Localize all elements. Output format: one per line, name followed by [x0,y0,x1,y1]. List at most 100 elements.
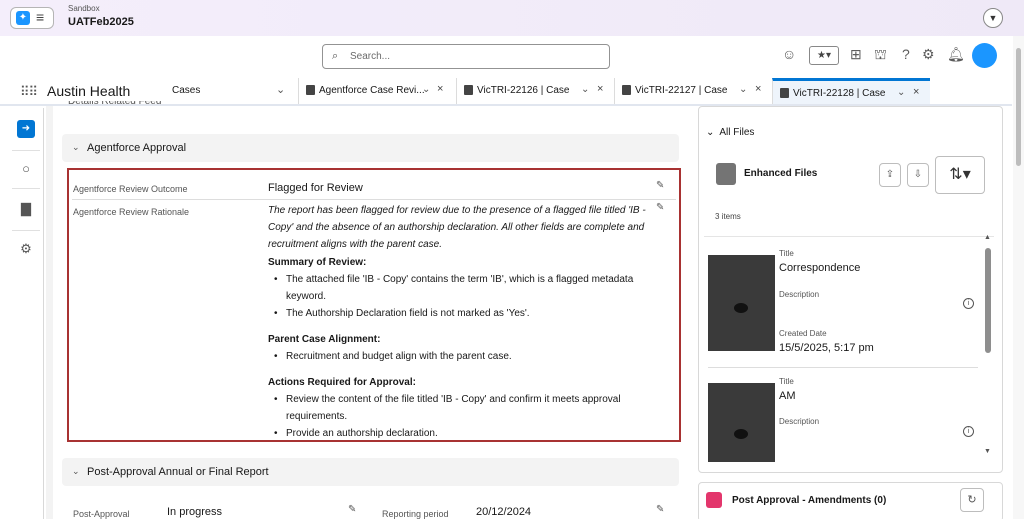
file-title[interactable]: Correspondence [779,262,860,274]
divider [12,150,40,151]
info-icon[interactable]: i [963,298,974,309]
list-item: The Authorship Declaration field is not … [268,305,648,322]
scrollbar-thumb[interactable] [985,248,991,353]
rationale-intro: The report has been flagged for review d… [268,205,646,250]
reporting-period-value: 20/12/2024 [476,506,532,518]
sort-button[interactable]: ⇅▾ [935,156,985,194]
divider [708,367,978,368]
all-files-toggle[interactable]: ⌄ All Files [706,127,754,138]
tab-label: VicTRI-22126 | Case [477,85,570,96]
post-approval-value: In progress [167,506,223,518]
download-icon[interactable]: ⇩ [907,163,929,187]
tab-agentforce-case-review[interactable]: Agentforce Case Revi... ⌄ × [298,78,448,104]
outcome-value: Flagged for Review [268,182,363,194]
app-launcher-icon[interactable]: ⠿⠿ [20,84,38,100]
chevron-down-icon: ⌄ [72,142,80,152]
scrollbar-thumb[interactable] [1016,48,1021,166]
chevron-down-icon[interactable]: ⌄ [276,83,285,96]
avatar[interactable] [972,43,997,68]
files-scrollbar[interactable]: ▲ ▼ [984,234,992,460]
chevron-down-icon[interactable]: ⌄ [739,84,747,95]
sandbox-bar: ✦ ≡ Sandbox UATFeb2025 ▼ [0,0,1024,36]
files-list: Title Correspondence Description i Creat… [704,236,994,462]
agentforce-approval-section-header[interactable]: ⌄ Agentforce Approval [62,134,679,162]
gear-icon[interactable]: ⚙ [922,46,935,63]
files-icon [716,163,736,185]
briefcase-icon[interactable]: ▇ [17,200,35,218]
sandbox-label: Sandbox [68,4,100,13]
bird-image [734,303,748,313]
tab-label: VicTRI-22128 | Case [793,88,886,99]
section-title: Agentforce Approval [87,142,187,154]
global-actions-icon[interactable]: ⊞ [850,46,862,63]
close-icon[interactable]: × [437,83,443,95]
divider [12,188,40,189]
favorites-button[interactable]: ★▾ [809,46,839,65]
search-placeholder: Search... [350,51,391,62]
bell-icon[interactable]: 🔔︎ [947,46,965,63]
divider [12,230,40,231]
actions-list: Review the content of the file titled 'I… [268,391,648,442]
tab-victri-22126[interactable]: VicTRI-22126 | Case ⌄ × [456,78,610,104]
post-approval-section-header[interactable]: ⌄ Post-Approval Annual or Final Report [62,458,679,486]
file-title[interactable]: AM [779,390,796,402]
settings-icon[interactable]: ⚙ [17,240,35,258]
chevron-down-icon[interactable]: ▼ [983,8,1003,28]
reporting-period-label: Reporting period [382,509,449,519]
org-name: UATFeb2025 [68,16,134,28]
file-thumbnail[interactable] [708,383,775,462]
trailhead-icon[interactable]: ⛫ [874,46,887,65]
app-launcher-button[interactable]: ✦ ≡ [10,7,54,29]
nav-object-selector[interactable]: Cases [172,85,200,96]
refresh-icon[interactable]: ↻ [960,488,984,512]
case-icon [622,85,631,95]
section-title: Post-Approval Annual or Final Report [87,466,269,478]
file-title-label: Title [779,249,794,258]
summary-list: The attached file 'IB - Copy' contains t… [268,271,648,322]
help-icon[interactable]: ? [902,46,910,62]
tab-victri-22127[interactable]: VicTRI-22127 | Case ⌄ × [614,78,768,104]
case-icon [780,88,789,98]
file-thumbnail[interactable] [708,255,775,351]
edit-pencil-icon[interactable]: ✎ [656,202,664,213]
app-name: Austin Health [47,83,131,99]
list-item: Provide an authorship declaration. [268,425,648,442]
assistant-icon[interactable]: ☺ [782,46,796,62]
close-icon[interactable]: × [597,83,603,95]
search-icon: ⌕ [332,50,339,62]
circle-icon[interactable]: ○ [17,160,35,178]
actions-heading: Actions Required for Approval: [268,377,416,388]
rationale-label: Agentforce Review Rationale [73,207,190,217]
close-icon[interactable]: × [755,83,761,95]
alignment-heading: Parent Case Alignment: [268,334,381,345]
file-created-date: 15/5/2025, 5:17 pm [779,342,874,354]
enhanced-files-title: Enhanced Files [744,168,818,179]
edit-pencil-icon[interactable]: ✎ [656,504,664,515]
record-subtabs[interactable]: Details Related Feed [68,101,161,109]
summary-heading: Summary of Review: [268,257,367,268]
file-created-label: Created Date [779,329,827,338]
case-icon [464,85,473,95]
close-icon[interactable]: × [913,86,919,98]
search-input[interactable]: ⌕ Search... [322,44,610,69]
alignment-list: Recruitment and budget align with the pa… [268,348,648,365]
tab-victri-22128[interactable]: VicTRI-22128 | Case ⌄ × [772,78,930,104]
tab-label: VicTRI-22127 | Case [635,85,728,96]
chevron-down-icon[interactable]: ⌄ [422,84,430,95]
post-approval-label: Post-Approval [73,509,130,519]
list-item: The attached file 'IB - Copy' contains t… [268,271,648,305]
utility-rail: ➜ ○ ▇ ⚙ [8,108,44,519]
edit-pencil-icon[interactable]: ✎ [656,180,664,191]
amendments-title[interactable]: Post Approval - Amendments (0) [732,495,886,506]
global-header: ⌕ Search... ☺ ★▾ ⊞ ⛫ ? ⚙ 🔔︎ [0,36,1012,78]
page-scrollbar[interactable] [1013,36,1024,519]
upload-icon[interactable]: ⇪ [879,163,901,187]
chevron-down-icon: ⌄ [72,466,80,476]
chevron-down-icon[interactable]: ⌄ [581,84,589,95]
open-panel-icon[interactable]: ➜ [17,120,35,138]
menu-icon: ≡ [36,9,45,25]
edit-pencil-icon[interactable]: ✎ [348,504,356,515]
chevron-down-icon[interactable]: ⌄ [897,87,905,98]
info-icon[interactable]: i [963,426,974,437]
rationale-value: The report has been flagged for review d… [268,202,648,442]
